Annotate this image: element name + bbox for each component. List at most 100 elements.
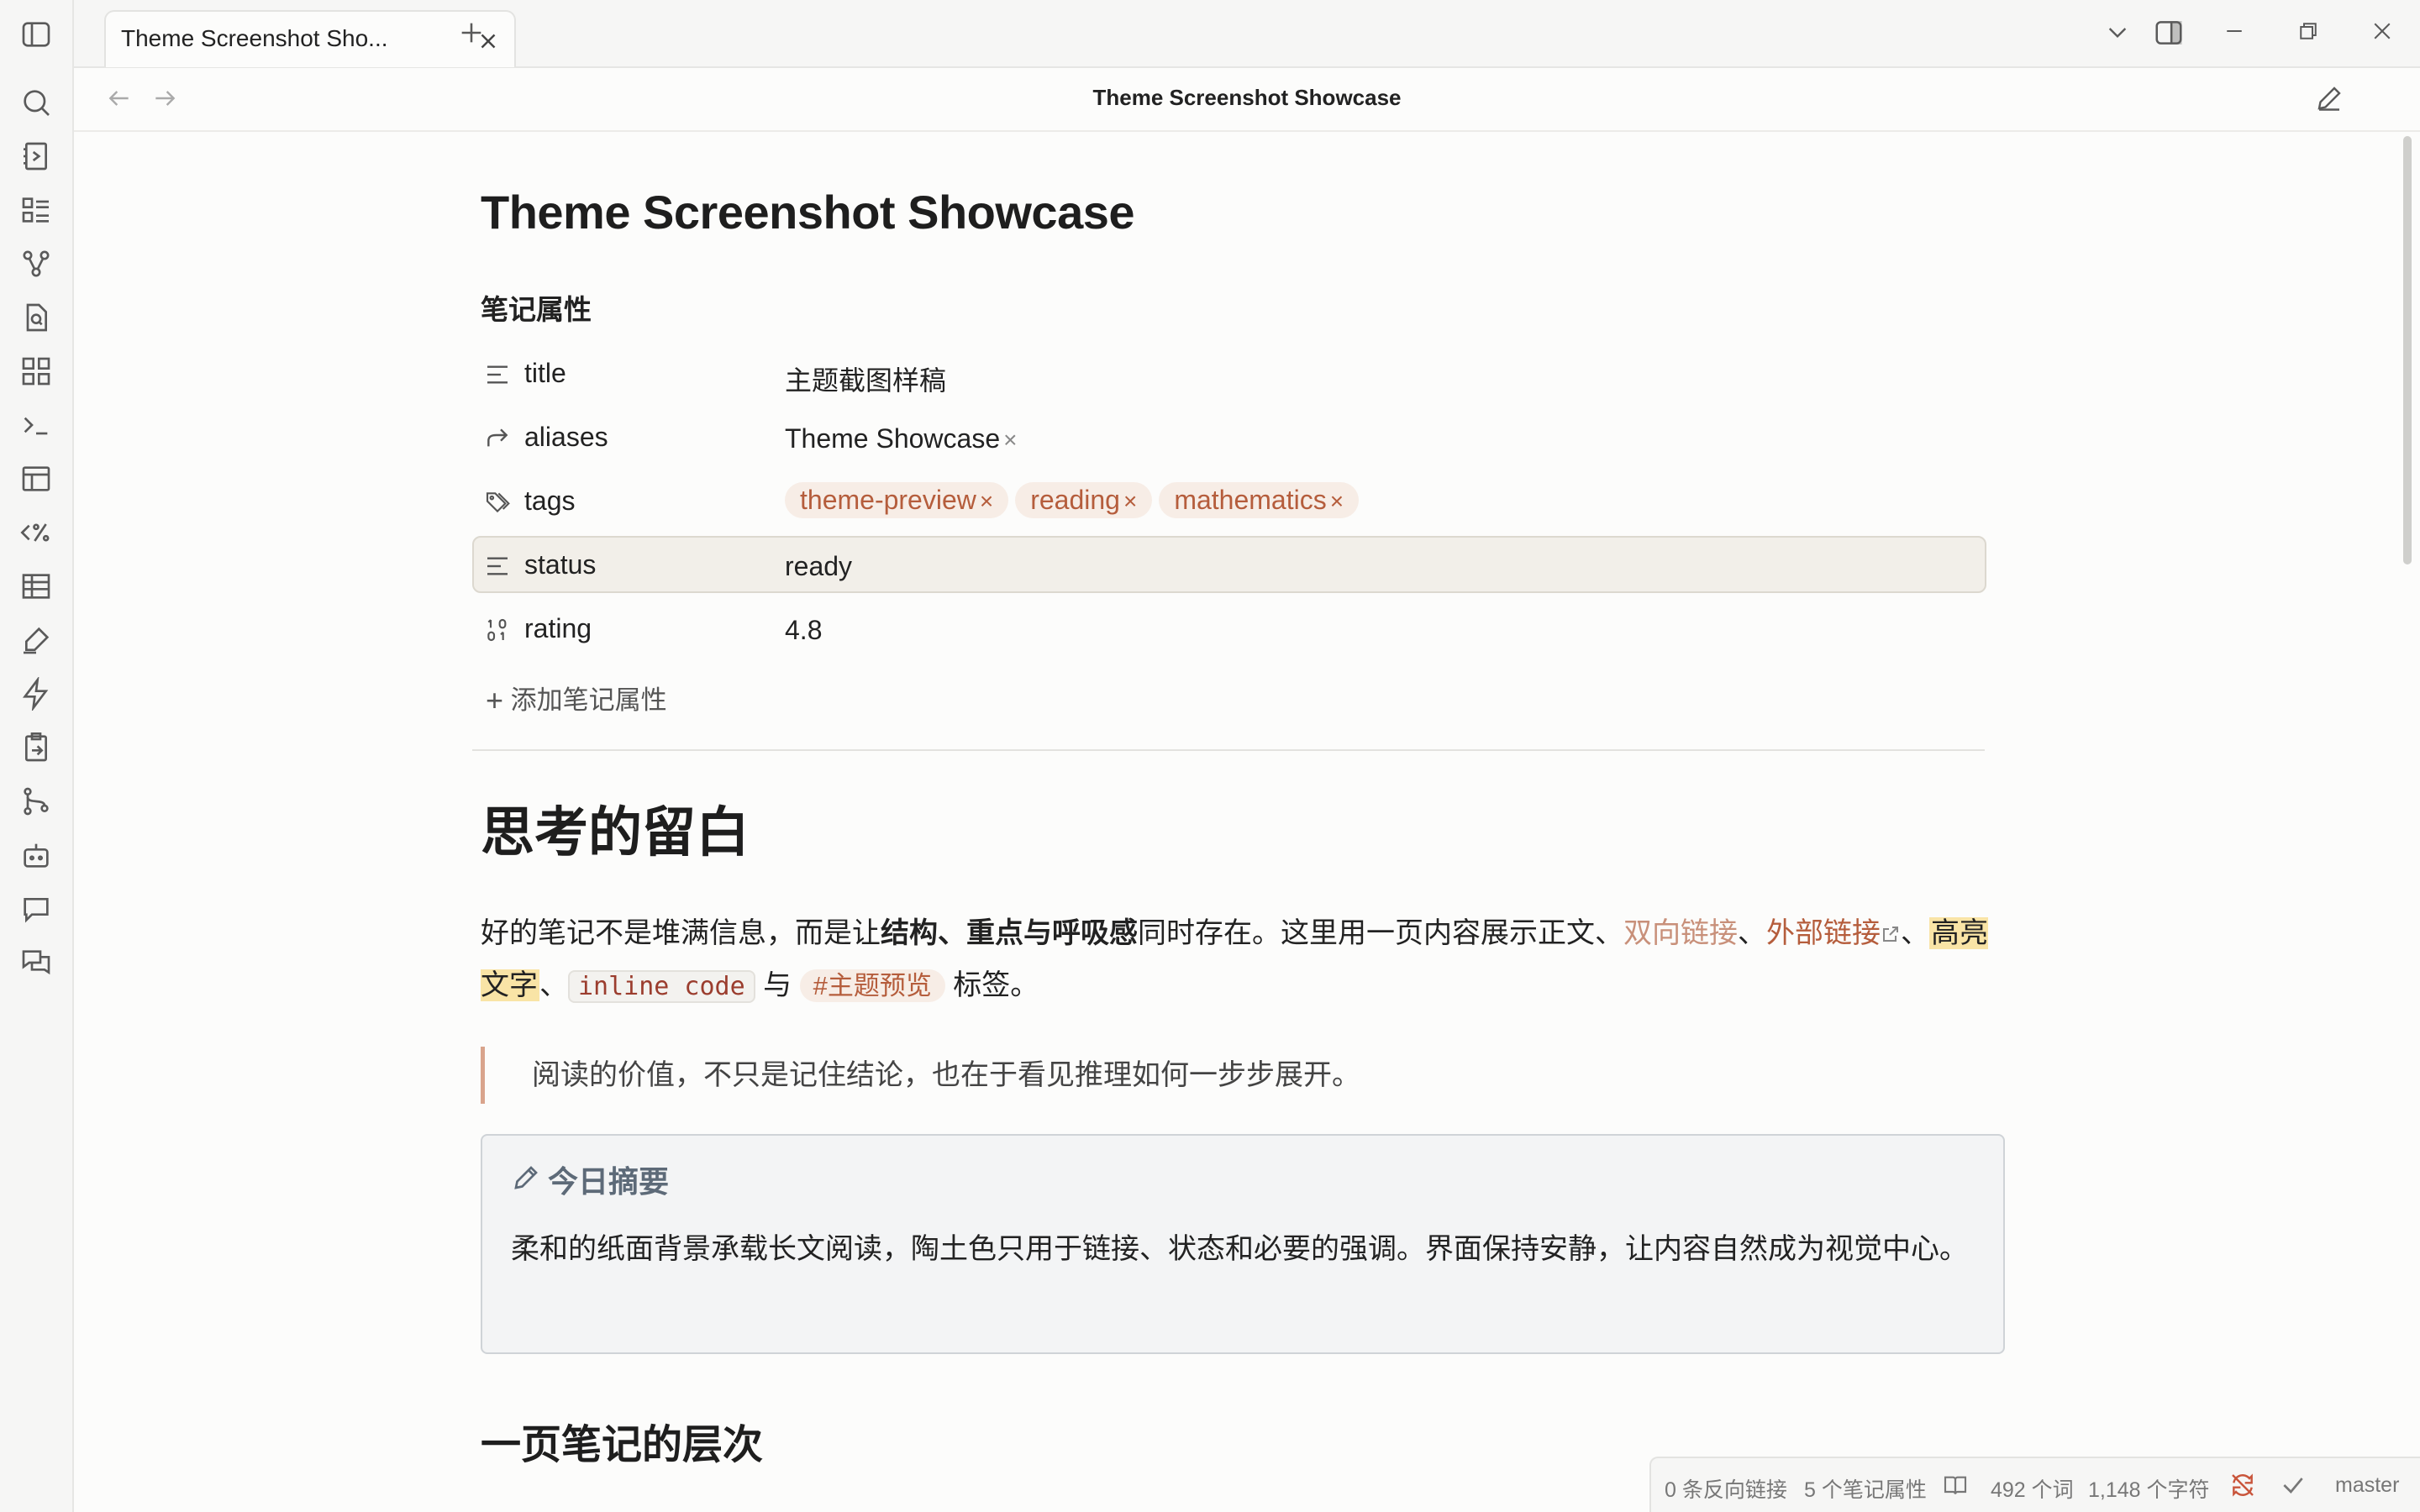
clipboard-icon[interactable] [19, 731, 53, 764]
text-lines-icon[interactable] [484, 553, 511, 580]
tab-title: Theme Screenshot Sho... [121, 25, 388, 51]
property-rating[interactable]: rating 4.8 [472, 600, 1986, 657]
text-run: 同时存在。这里用一页内容展示正文、 [1138, 917, 1623, 949]
terminal-icon[interactable] [19, 408, 53, 442]
pencil-icon [511, 1163, 541, 1193]
heading-1[interactable]: 思考的留白 [481, 790, 750, 867]
property-key[interactable]: title [524, 358, 566, 389]
minimize-icon[interactable] [2222, 18, 2247, 44]
property-key[interactable]: status [524, 549, 596, 580]
external-link[interactable]: 外部链接 [1766, 917, 1901, 949]
new-tab-icon[interactable] [457, 18, 486, 47]
edit-pencil-icon[interactable] [2314, 83, 2344, 113]
remove-icon[interactable]: × [980, 488, 993, 514]
git-branch-icon[interactable] [19, 785, 53, 818]
callout-title: 今日摘要 [548, 1164, 670, 1199]
tab-bar: Theme Screenshot Sho... [74, 0, 2420, 68]
property-title[interactable]: title 主题截图样稿 [472, 344, 1986, 402]
status-bar: 0 条反向链接 5 个笔记属性 492 个词 1,148 个字符 master [1649, 1457, 2420, 1512]
property-value[interactable]: 主题截图样稿 [785, 360, 946, 398]
properties-heading[interactable]: 笔记属性 [481, 287, 592, 328]
add-property-button[interactable]: + 添加笔记属性 [486, 679, 667, 718]
divider [472, 749, 1985, 751]
property-key[interactable]: rating [524, 613, 592, 644]
property-status[interactable]: status ready [472, 536, 1986, 593]
tag-label: reading [1030, 485, 1120, 515]
blockquote[interactable]: 阅读的价值，不只是记住结论，也在于看见推理如何一步步展开。 [481, 1047, 1360, 1104]
tag-pill[interactable]: theme-preview × [785, 482, 1009, 518]
property-aliases[interactable]: aliases Theme Showcase × [472, 408, 1986, 465]
tag-pill[interactable]: mathematics × [1159, 482, 1360, 518]
tag-label: mathematics [1174, 485, 1327, 515]
bot-icon[interactable] [19, 838, 53, 872]
remove-icon[interactable]: × [1123, 488, 1137, 514]
heading-2[interactable]: 一页笔记的层次 [481, 1411, 763, 1470]
text-run: 、 [1901, 917, 1929, 949]
backlinks-count[interactable]: 0 条反向链接 [1665, 1473, 1787, 1504]
text-lines-icon[interactable] [484, 361, 511, 388]
check-icon[interactable] [2280, 1472, 2307, 1499]
table-icon[interactable] [19, 570, 53, 603]
search-icon[interactable] [19, 86, 53, 119]
tags-icon[interactable] [484, 489, 511, 516]
inline-code: inline code [568, 970, 755, 1003]
text-run: 与 [755, 969, 800, 1001]
text-run: 好的笔记不是堆满信息，而是让 [481, 917, 881, 949]
property-key[interactable]: tags [524, 486, 575, 517]
file-search-icon[interactable] [19, 301, 53, 334]
property-value[interactable]: ready [785, 551, 852, 582]
text-run: 、 [1738, 917, 1766, 949]
window-close-icon[interactable] [2370, 18, 2395, 44]
text-run: 、 [539, 969, 568, 1001]
chat-icon[interactable] [19, 946, 53, 979]
layout-icon[interactable] [19, 462, 53, 496]
outline-icon[interactable] [19, 193, 53, 227]
left-ribbon [0, 0, 74, 1512]
view-title[interactable]: Theme Screenshot Showcase [74, 85, 2420, 111]
alias-value: Theme Showcase [785, 423, 1001, 454]
property-value: theme-preview × reading × mathematics × [785, 482, 1365, 518]
graph-view-icon[interactable] [19, 247, 53, 281]
comment-icon[interactable] [19, 892, 53, 926]
dashboard-icon[interactable] [19, 354, 53, 388]
lightning-icon[interactable] [19, 677, 53, 711]
book-icon[interactable] [1942, 1472, 1969, 1499]
char-count: 1,148 个字符 [2088, 1478, 2210, 1502]
external-link-label: 外部链接 [1766, 917, 1881, 949]
right-sidebar-toggle-icon[interactable] [2153, 17, 2185, 49]
add-property-label: 添加笔记属性 [510, 685, 667, 715]
property-tags[interactable]: tags theme-preview × reading × mathematics × [472, 472, 1986, 529]
text-run: 标签。 [944, 969, 1039, 1001]
chevron-down-icon[interactable] [2104, 18, 2131, 45]
properties-count[interactable]: 5 个笔记属性 [1804, 1473, 1927, 1504]
paragraph[interactable]: 好的笔记不是堆满信息，而是让结构、重点与呼吸感同时存在。这里用一页内容展示正文、… [481, 907, 1993, 1013]
number-icon[interactable] [484, 617, 511, 643]
templater-icon[interactable] [19, 516, 53, 549]
sidebar-toggle-icon[interactable] [19, 18, 53, 51]
git-branch-name[interactable]: master [2335, 1473, 2399, 1498]
remove-icon[interactable]: × [1330, 488, 1344, 514]
forward-arrow-icon[interactable] [484, 425, 511, 452]
internal-link[interactable]: 双向链接 [1623, 917, 1738, 949]
external-link-icon [1881, 924, 1901, 944]
plus-icon: + [486, 683, 504, 717]
word-count: 492 个词 [1991, 1478, 2074, 1502]
scrollbar[interactable] [2403, 136, 2412, 564]
view-header: Theme Screenshot Showcase [74, 68, 2420, 132]
remove-icon[interactable]: × [1003, 427, 1017, 453]
inline-tag[interactable]: #主题预览 [799, 969, 945, 1002]
note-title[interactable]: Theme Screenshot Showcase [481, 185, 1135, 239]
property-value[interactable]: Theme Showcase × [785, 423, 1017, 454]
property-key[interactable]: aliases [524, 422, 608, 453]
callout-summary[interactable]: 今日摘要 柔和的纸面背景承载长文阅读，陶土色只用于链接、状态和必要的强调。界面保… [481, 1134, 2005, 1354]
restore-window-icon[interactable] [2296, 18, 2321, 44]
tag-pill[interactable]: reading × [1015, 482, 1153, 518]
callout-body: 柔和的纸面背景承载长文阅读，陶土色只用于链接、状态和必要的强调。界面保持安静，让… [511, 1233, 1968, 1265]
quick-switcher-icon[interactable] [19, 139, 53, 173]
tag-label: theme-preview [800, 485, 976, 515]
bold-text: 结构、重点与呼吸感 [881, 917, 1138, 949]
sync-off-icon[interactable] [2229, 1472, 2256, 1499]
tab-active-note[interactable]: Theme Screenshot Sho... [104, 10, 516, 67]
brush-icon[interactable] [19, 623, 53, 657]
property-value[interactable]: 4.8 [785, 615, 822, 646]
